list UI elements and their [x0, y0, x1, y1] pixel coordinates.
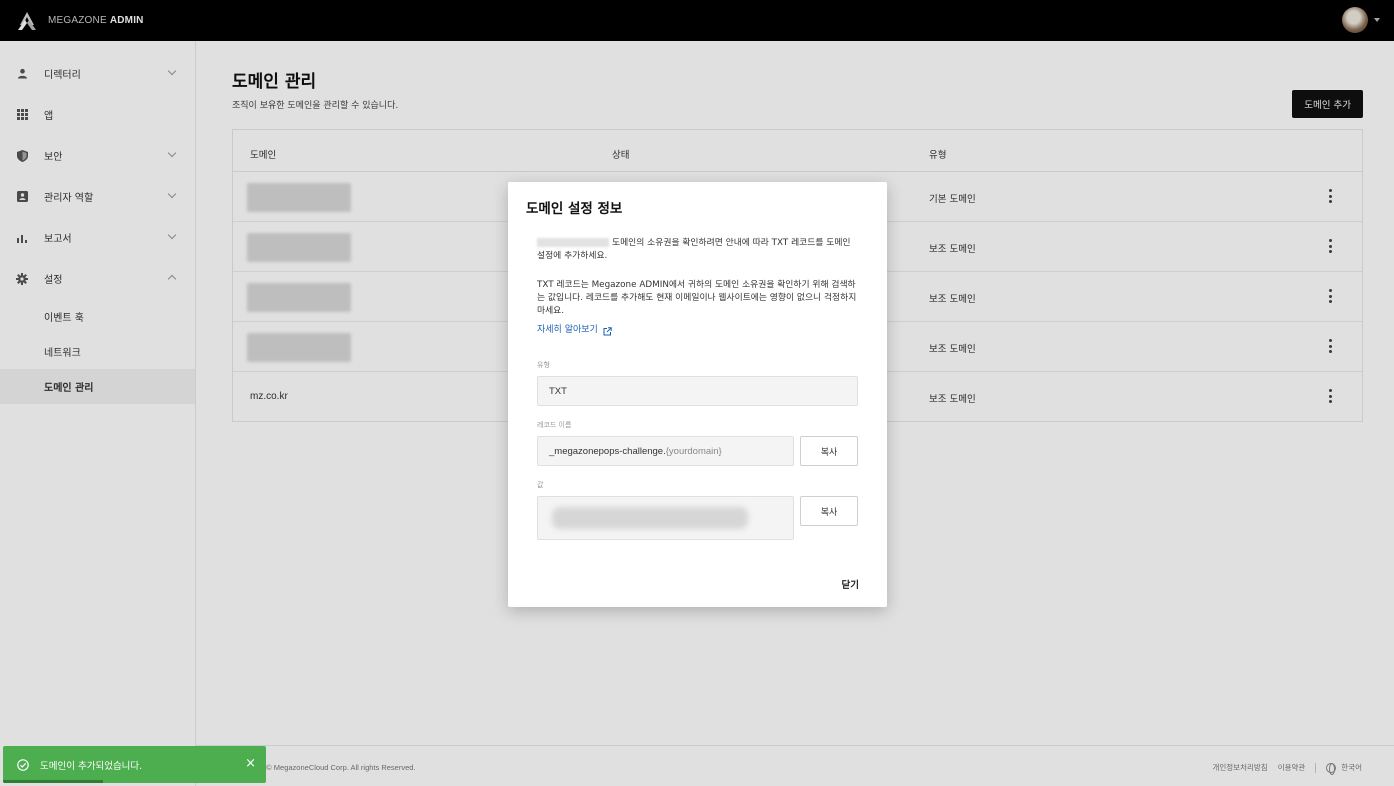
redacted-value: [552, 507, 748, 529]
copy-value-button[interactable]: 복사: [800, 496, 858, 526]
success-toast: 도메인이 추가되었습니다. ×: [3, 746, 266, 783]
external-link-icon: [603, 326, 612, 335]
copy-record-name-button[interactable]: 복사: [800, 436, 858, 466]
toast-progress-bar: [3, 780, 103, 783]
type-value: TXT: [549, 386, 567, 397]
txt-explanation: TXT 레코드는 Megazone ADMIN에서 귀하의 도메인 소유권을 확…: [537, 280, 857, 316]
value-label: 값: [537, 481, 544, 489]
dialog-title: 도메인 설정 정보: [526, 201, 623, 217]
value-field: [537, 496, 794, 540]
close-button[interactable]: 닫기: [842, 577, 859, 591]
type-field: TXT: [537, 376, 858, 406]
learn-more-label: 자세히 알아보기: [537, 325, 598, 335]
redacted-domain: [537, 238, 609, 247]
learn-more-link[interactable]: 자세히 알아보기: [537, 324, 859, 337]
record-name-field: _megazonepops-challenge.{yourdomain}: [537, 436, 794, 466]
toast-message: 도메인이 추가되었습니다.: [40, 760, 143, 772]
check-circle-icon: [17, 758, 29, 771]
instruction-text: 도메인의 소유권을 확인하려면 안내에 따라 TXT 레코드를 도메인 설정에 …: [537, 237, 859, 263]
record-name-value: _megazonepops-challenge.: [549, 446, 666, 457]
type-label: 유형: [537, 361, 550, 369]
record-name-label: 레코드 이름: [537, 421, 572, 429]
dialog-body: 도메인의 소유권을 확인하려면 안내에 따라 TXT 레코드를 도메인 설정에 …: [537, 237, 859, 337]
record-name-placeholder: {yourdomain}: [665, 446, 722, 457]
close-icon[interactable]: ×: [245, 757, 256, 770]
domain-settings-dialog: 도메인 설정 정보 도메인의 소유권을 확인하려면 안내에 따라 TXT 레코드…: [508, 182, 887, 607]
